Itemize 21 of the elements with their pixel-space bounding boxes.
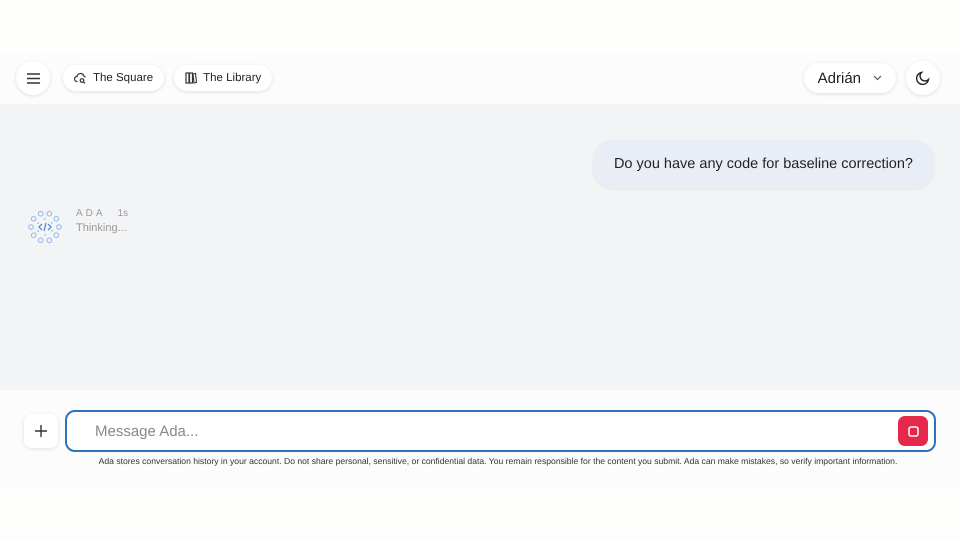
cloud-icon xyxy=(74,72,87,84)
disclaimer-text: Ada stores conversation history in your account. Do not share personal, sensitive, or confidential data. You remain responsible for the content you submit. Ada can make mistakes, so verify important information. xyxy=(98,456,898,466)
message-time: 1s xyxy=(118,208,128,219)
status-text: Thinking... xyxy=(76,222,128,234)
assistant-avatar-icon xyxy=(26,208,64,246)
user-menu-button[interactable]: Adrián xyxy=(804,63,896,93)
plus-icon xyxy=(35,425,47,437)
author-name: ADA xyxy=(76,208,106,219)
nav-button[interactable]: The Library xyxy=(174,65,272,91)
menu-icon xyxy=(26,72,40,84)
chevron-down-icon xyxy=(873,75,882,81)
moon-icon xyxy=(916,71,930,85)
stop-button[interactable] xyxy=(898,416,928,446)
stop-icon xyxy=(908,426,918,436)
user-message: Do you have any code for baseline correction? xyxy=(592,140,934,188)
message-input[interactable]: Message Ada... xyxy=(65,410,936,452)
attach-button[interactable] xyxy=(24,414,58,448)
books-icon xyxy=(185,72,198,84)
theme-toggle-button[interactable] xyxy=(906,61,940,95)
menu-button[interactable] xyxy=(16,61,50,95)
nav-button[interactable]: The Square xyxy=(63,65,164,91)
